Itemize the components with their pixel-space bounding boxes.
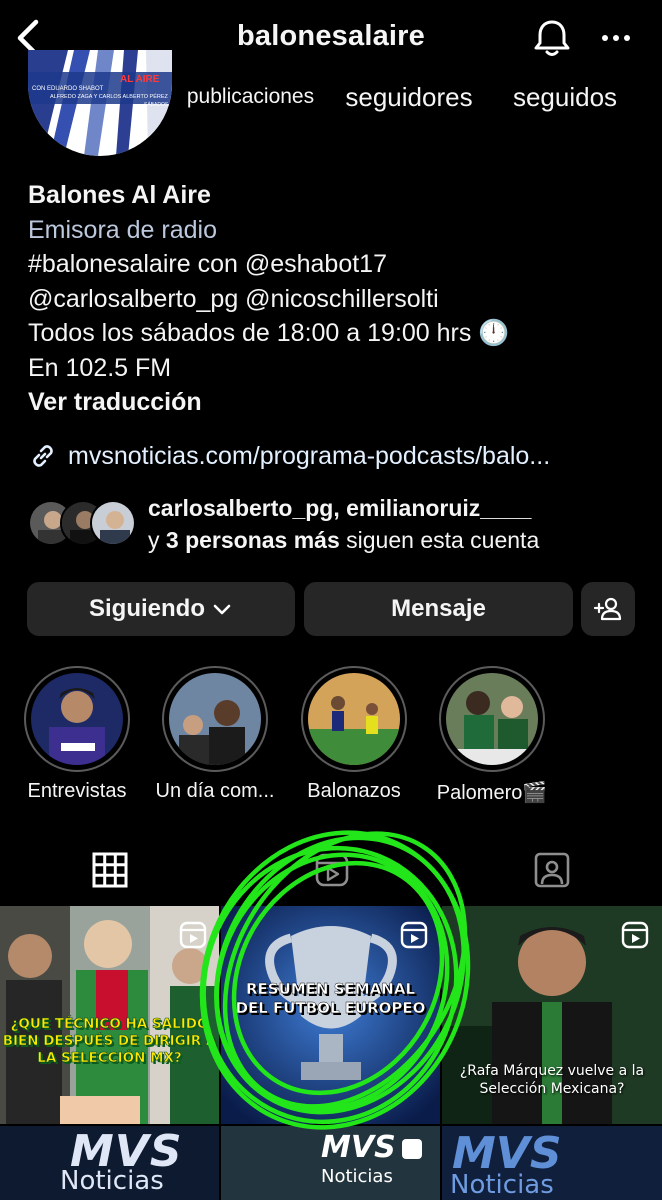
following-button-label: Siguiendo — [89, 595, 205, 622]
highlight-label: Entrevistas — [27, 780, 127, 802]
post-overlay-line: DEL FUTBOL EUROPEO — [235, 999, 426, 1017]
bio-line: Todos los sábados de 18:00 a 19:00 hrs 🕛 — [28, 319, 510, 347]
chevron-down-icon — [213, 604, 231, 615]
post-tile[interactable]: MVS Noticias — [442, 1126, 662, 1200]
more-horizontal-icon — [602, 35, 630, 41]
post-overlay-text: ¿Rafa Márquez vuelve a la Selección Mexi… — [459, 1063, 645, 1097]
followed-by-text: carlosalberto_pg, emilianoruiz____ y 3 p… — [148, 492, 648, 556]
bio-external-link[interactable]: mvsnoticias.com/programa-podcasts/balo..… — [28, 438, 648, 474]
add-person-icon — [593, 597, 622, 621]
avatar-caption: AL AIRE — [120, 74, 160, 85]
profile-stats: publicaciones seguidores seguidos — [170, 56, 650, 126]
post-overlay-text: RESUMEN SEMANAL DEL FUTBOL EUROPEO — [225, 980, 436, 1018]
post-logo-sub: Noticias — [321, 1166, 393, 1187]
post-tile[interactable]: RESUMEN SEMANAL DEL FUTBOL EUROPEO — [221, 906, 440, 1124]
mutual-followers-names: carlosalberto_pg, emilianoruiz____ — [148, 495, 532, 521]
followed-by-suffix: siguen esta cuenta — [346, 527, 540, 553]
highlight-ring — [439, 666, 545, 772]
avatar-caption: SÁBADOS — [144, 101, 169, 108]
followers-stat[interactable]: seguidores — [330, 56, 488, 112]
grid-icon — [92, 852, 128, 888]
posts-grid: ¿QUE TÉCNICO HA SALIDO BIEN DESPUÉS DE D… — [0, 906, 662, 1200]
album-badge-icon — [402, 1139, 422, 1159]
bell-icon — [534, 20, 570, 56]
bio-url-text: mvsnoticias.com/programa-podcasts/balo..… — [68, 441, 551, 470]
post-tile[interactable]: MVS Noticias — [221, 1126, 440, 1200]
reel-badge-icon — [400, 921, 428, 949]
posts-label: publicaciones — [186, 85, 315, 108]
highlight-entrevistas[interactable]: Entrevistas — [12, 666, 142, 803]
highlight-palomero[interactable]: Palomero🎬 — [427, 666, 557, 805]
highlight-ring — [301, 666, 407, 772]
followed-by-count: 3 personas más — [165, 527, 340, 553]
highlight-cover — [308, 673, 400, 765]
posts-count — [178, 56, 323, 82]
followers-count — [330, 56, 488, 82]
profile-bio: Balones Al Aire Emisora de radio #balone… — [28, 178, 648, 420]
follower-avatar — [90, 500, 136, 546]
highlight-label: Palomero🎬 — [436, 782, 548, 804]
highlight-cover — [446, 673, 538, 765]
post-tile[interactable]: ¿QUE TÉCNICO HA SALIDO BIEN DESPUÉS DE D… — [0, 906, 219, 1124]
profile-avatar[interactable]: AL AIRE CON EDUARDO SHABOT ALFREDO ZAGA … — [28, 50, 172, 156]
post-logo-sub: Noticias — [60, 1166, 164, 1196]
reels-icon — [315, 853, 349, 887]
posts-stat[interactable]: publicaciones — [178, 56, 323, 112]
post-overlay-text: ¿QUE TÉCNICO HA SALIDO BIEN DESPUÉS DE D… — [2, 1016, 217, 1067]
reel-badge-icon — [621, 921, 649, 949]
suggested-users-button[interactable] — [581, 582, 635, 636]
post-logo-sub: Noticias — [450, 1170, 554, 1200]
message-button[interactable]: Mensaje — [304, 582, 573, 636]
post-logo: MVS — [321, 1130, 396, 1165]
more-options-button[interactable] — [596, 20, 636, 56]
link-icon — [33, 445, 53, 467]
profile-name: Balones Al Aire — [28, 181, 211, 209]
avatar-caption: ALFREDO ZAGA Y CARLOS ALBERTO PÉREZ — [50, 93, 169, 100]
avatar-caption: CON EDUARDO SHABOT — [32, 86, 104, 92]
following-label: seguidos — [512, 82, 618, 112]
tab-posts-grid[interactable] — [88, 848, 132, 892]
highlight-label: Balonazos — [307, 780, 401, 802]
see-translation-link[interactable]: Ver traducción — [28, 385, 648, 420]
tab-tagged[interactable] — [530, 848, 574, 892]
highlight-ring — [24, 666, 130, 772]
highlight-balonazos[interactable]: Balonazos — [289, 666, 419, 803]
profile-content-tabs — [0, 838, 662, 904]
highlight-cover — [31, 673, 123, 765]
following-count — [500, 56, 630, 82]
bio-line: En 102.5 FM — [28, 353, 172, 382]
profile-category: Emisora de radio — [28, 215, 217, 244]
highlight-ring — [162, 666, 268, 772]
followers-label: seguidores — [345, 82, 473, 112]
following-button[interactable]: Siguiendo — [27, 582, 295, 636]
followed-by-prefix: y — [148, 527, 160, 553]
bio-line: @carlosalberto_pg @nicoschillersolti — [28, 284, 439, 313]
bio-line: #balonesalaire con @eshabot17 — [28, 250, 387, 278]
highlight-cover — [169, 673, 261, 765]
post-overlay-line: RESUMEN SEMANAL — [245, 980, 416, 998]
message-button-label: Mensaje — [391, 595, 486, 622]
post-tile[interactable]: MVS Noticias — [0, 1126, 219, 1200]
followed-by-section[interactable]: carlosalberto_pg, emilianoruiz____ y 3 p… — [28, 494, 648, 558]
tab-reels[interactable] — [310, 848, 354, 892]
notifications-button[interactable] — [530, 16, 574, 60]
reel-badge-icon — [179, 921, 207, 949]
tagged-person-icon — [534, 852, 570, 888]
highlight-un-dia[interactable]: Un día com... — [150, 666, 280, 803]
highlight-label: Un día com... — [155, 780, 275, 802]
post-tile[interactable]: ¿Rafa Márquez vuelve a la Selección Mexi… — [442, 906, 662, 1124]
following-stat[interactable]: seguidos — [500, 56, 630, 112]
